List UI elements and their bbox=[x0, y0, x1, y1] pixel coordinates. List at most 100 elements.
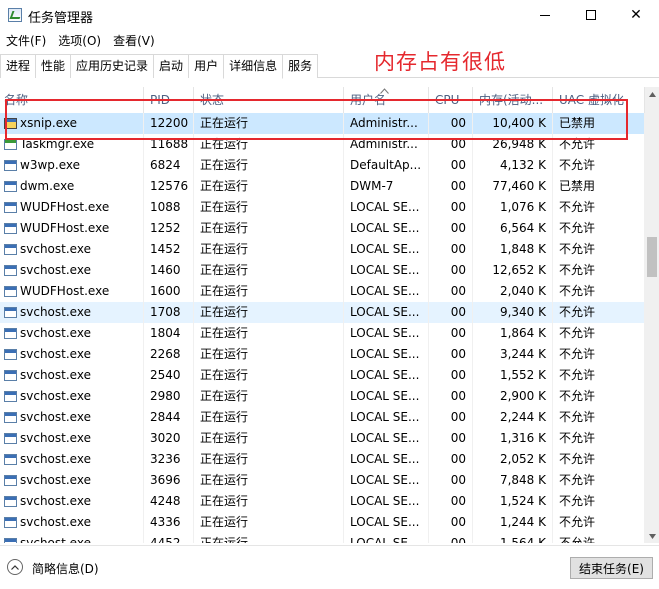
column-header-memory[interactable]: 内存(活动... bbox=[473, 87, 553, 113]
table-row[interactable]: svchost.exe 2268 正在运行 LOCAL SE... 00 3,244 K不… bbox=[0, 344, 645, 365]
process-name-cell: svchost.exe bbox=[0, 491, 144, 512]
table-row[interactable]: Taskmgr.exe 11688 正在运行 Administr... 00 26,948… bbox=[0, 134, 645, 155]
process-name-text: svchost.exe bbox=[20, 473, 91, 487]
table-row[interactable]: svchost.exe 4336 正在运行 LOCAL SE... 00 1,244 K不… bbox=[0, 512, 645, 533]
process-icon bbox=[4, 307, 17, 318]
process-name-text: svchost.exe bbox=[20, 452, 91, 466]
process-cpu-cell: 00 bbox=[429, 386, 473, 407]
table-row[interactable]: svchost.exe 3236 正在运行 LOCAL SE... 00 2,052 K不… bbox=[0, 449, 645, 470]
process-uac-cell: 不允许 bbox=[553, 197, 645, 218]
process-status-cell: 正在运行 bbox=[194, 239, 344, 260]
tab-details[interactable]: 详细信息 bbox=[223, 54, 284, 79]
scroll-down-icon bbox=[648, 533, 656, 539]
tab-users[interactable]: 用户 bbox=[188, 54, 225, 78]
column-header-uac[interactable]: UAC 虚拟化 bbox=[553, 87, 645, 113]
process-username-cell: LOCAL SE... bbox=[344, 407, 429, 428]
scroll-thumb[interactable] bbox=[647, 237, 657, 277]
chevron-up-icon[interactable] bbox=[7, 559, 23, 575]
table-row[interactable]: svchost.exe 3696 正在运行 LOCAL SE... 00 7,848 K不… bbox=[0, 470, 645, 491]
table-row[interactable]: svchost.exe 1460 正在运行 LOCAL SE... 00 12,652 K… bbox=[0, 260, 645, 281]
tab-services[interactable]: 服务 bbox=[282, 54, 319, 78]
tab-startup[interactable]: 启动 bbox=[153, 54, 190, 78]
table-row[interactable]: w3wp.exe 6824 正在运行 DefaultAp... 00 4,132 K 不允许 bbox=[0, 155, 645, 176]
process-icon bbox=[4, 391, 17, 402]
table-row[interactable]: svchost.exe 4452 正在运行 LOCAL SE... 00 1,564 K不… bbox=[0, 533, 645, 543]
table-row[interactable]: svchost.exe 1452 正在运行 LOCAL SE... 00 1,848 K不… bbox=[0, 239, 645, 260]
process-pid-cell: 6824 bbox=[144, 155, 194, 176]
process-uac-cell: 已禁用 bbox=[553, 113, 645, 134]
scroll-down-button[interactable] bbox=[645, 529, 659, 543]
process-memory-cell: 3,244 K bbox=[473, 344, 553, 365]
process-username-cell: LOCAL SE... bbox=[344, 512, 429, 533]
process-name-text: svchost.exe bbox=[20, 494, 91, 508]
table-row[interactable]: WUDFHost.exe 1088 正在运行 LOCAL SE... 00 1,076 K… bbox=[0, 197, 645, 218]
process-name-text: w3wp.exe bbox=[20, 158, 80, 172]
process-name-cell: svchost.exe bbox=[0, 239, 144, 260]
minimize-button[interactable] bbox=[522, 0, 568, 30]
end-task-button[interactable]: 结束任务(E) bbox=[570, 557, 653, 579]
table-row[interactable]: xsnip.exe 12200 正在运行 Administr... 00 10,400 K… bbox=[0, 113, 645, 134]
process-status-cell: 正在运行 bbox=[194, 470, 344, 491]
table-row[interactable]: svchost.exe 1708 正在运行 LOCAL SE... 00 9,340 K不… bbox=[0, 302, 645, 323]
process-icon bbox=[4, 370, 17, 381]
process-name-text: svchost.exe bbox=[20, 242, 91, 256]
process-icon bbox=[4, 202, 17, 213]
process-name-text: xsnip.exe bbox=[20, 116, 78, 130]
column-header-status[interactable]: 状态 bbox=[194, 87, 344, 113]
table-row[interactable]: svchost.exe 2540 正在运行 LOCAL SE... 00 1,552 K不… bbox=[0, 365, 645, 386]
process-cpu-cell: 00 bbox=[429, 218, 473, 239]
process-uac-cell: 不允许 bbox=[553, 218, 645, 239]
process-name-text: WUDFHost.exe bbox=[20, 200, 110, 214]
process-status-cell: 正在运行 bbox=[194, 533, 344, 543]
process-uac-cell: 不允许 bbox=[553, 239, 645, 260]
tab-processes[interactable]: 进程 bbox=[0, 54, 37, 78]
process-icon bbox=[4, 454, 17, 465]
process-icon bbox=[4, 349, 17, 360]
tab-performance[interactable]: 性能 bbox=[35, 54, 72, 78]
taskmgr-icon bbox=[4, 139, 17, 150]
table-row[interactable]: WUDFHost.exe 1252 正在运行 LOCAL SE... 00 6,564 K… bbox=[0, 218, 645, 239]
process-name-text: WUDFHost.exe bbox=[20, 284, 110, 298]
process-cpu-cell: 00 bbox=[429, 449, 473, 470]
process-uac-cell: 不允许 bbox=[553, 428, 645, 449]
process-uac-cell: 不允许 bbox=[553, 134, 645, 155]
menu-view[interactable]: 查看(V) bbox=[107, 31, 161, 51]
process-cpu-cell: 00 bbox=[429, 344, 473, 365]
table-row[interactable]: svchost.exe 1804 正在运行 LOCAL SE... 00 1,864 K不… bbox=[0, 323, 645, 344]
process-icon bbox=[4, 538, 17, 543]
process-pid-cell: 12576 bbox=[144, 176, 194, 197]
process-username-cell: LOCAL SE... bbox=[344, 260, 429, 281]
process-name-cell: svchost.exe bbox=[0, 533, 144, 543]
vertical-scrollbar[interactable] bbox=[645, 87, 659, 543]
process-name-text: Taskmgr.exe bbox=[20, 137, 95, 151]
column-header-pid[interactable]: PID bbox=[144, 87, 194, 113]
process-pid-cell: 1252 bbox=[144, 218, 194, 239]
process-pid-cell: 2844 bbox=[144, 407, 194, 428]
menu-file[interactable]: 文件(F) bbox=[0, 31, 52, 51]
table-row[interactable]: svchost.exe 3020 正在运行 LOCAL SE... 00 1,316 K不… bbox=[0, 428, 645, 449]
process-pid-cell: 4248 bbox=[144, 491, 194, 512]
tab-app-history[interactable]: 应用历史记录 bbox=[70, 54, 155, 78]
process-name-text: WUDFHost.exe bbox=[20, 221, 110, 235]
process-name-cell: WUDFHost.exe bbox=[0, 281, 144, 302]
less-details-link[interactable]: 简略信息(D) bbox=[32, 560, 99, 577]
table-row[interactable]: WUDFHost.exe 1600 正在运行 LOCAL SE... 00 2,040 K… bbox=[0, 281, 645, 302]
process-status-cell: 正在运行 bbox=[194, 428, 344, 449]
tab-bar: 进程 性能 应用历史记录 启动 用户 详细信息 服务 bbox=[0, 54, 659, 79]
process-status-cell: 正在运行 bbox=[194, 113, 344, 134]
process-name-cell: dwm.exe bbox=[0, 176, 144, 197]
process-name-cell: WUDFHost.exe bbox=[0, 197, 144, 218]
table-row[interactable]: svchost.exe 2980 正在运行 LOCAL SE... 00 2,900 K不… bbox=[0, 386, 645, 407]
table-row[interactable]: svchost.exe 4248 正在运行 LOCAL SE... 00 1,524 K不… bbox=[0, 491, 645, 512]
scroll-up-button[interactable] bbox=[645, 87, 659, 101]
process-pid-cell: 1708 bbox=[144, 302, 194, 323]
process-cpu-cell: 00 bbox=[429, 239, 473, 260]
table-row[interactable]: dwm.exe 12576 正在运行 DWM-7 00 77,460 K 已禁用 bbox=[0, 176, 645, 197]
column-header-cpu[interactable]: CPU bbox=[429, 87, 473, 113]
maximize-button[interactable] bbox=[568, 0, 614, 30]
process-username-cell: LOCAL SE... bbox=[344, 281, 429, 302]
close-button[interactable]: ✕ bbox=[613, 0, 659, 30]
column-header-name[interactable]: 名称 bbox=[0, 87, 144, 113]
table-row[interactable]: svchost.exe 2844 正在运行 LOCAL SE... 00 2,244 K不… bbox=[0, 407, 645, 428]
menu-options[interactable]: 选项(O) bbox=[52, 31, 107, 51]
